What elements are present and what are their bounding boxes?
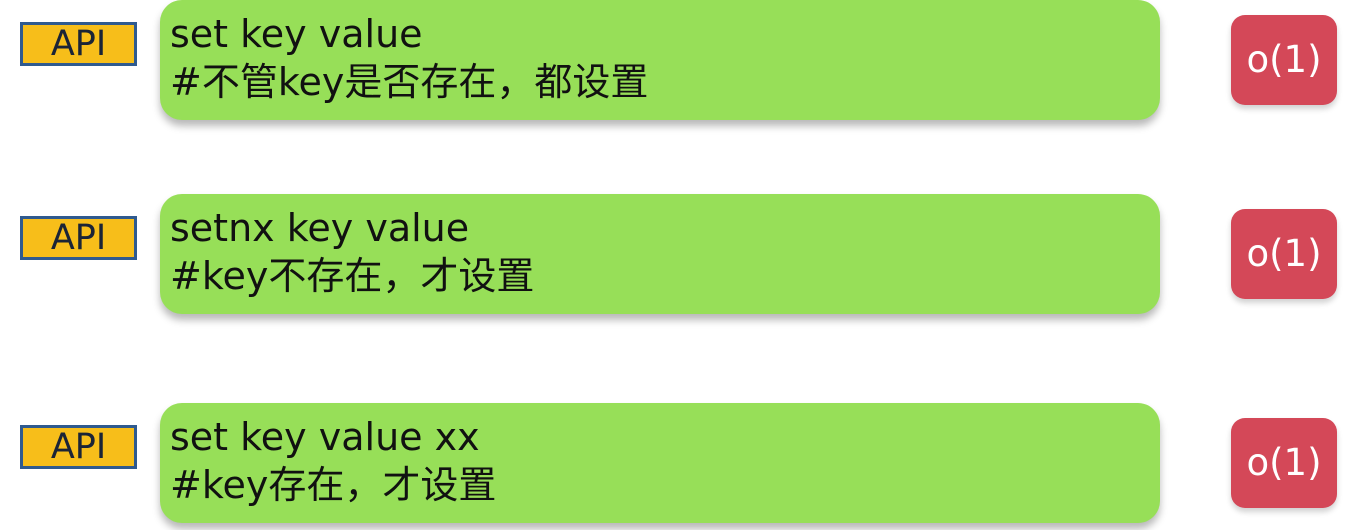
command-box: set key value #不管key是否存在，都设置	[160, 0, 1160, 120]
command-box: setnx key value #key不存在，才设置	[160, 194, 1160, 314]
command-row-set-xx: API set key value xx #key存在，才设置 o(1)	[0, 403, 1367, 529]
api-badge: API	[20, 425, 137, 469]
command-row-set: API set key value #不管key是否存在，都设置 o(1)	[0, 0, 1367, 126]
command-row-setnx: API setnx key value #key不存在，才设置 o(1)	[0, 194, 1367, 320]
complexity-badge: o(1)	[1231, 418, 1337, 508]
command-text: set key value xx	[170, 415, 480, 459]
api-badge: API	[20, 216, 137, 260]
api-badge: API	[20, 22, 137, 66]
command-box: set key value xx #key存在，才设置	[160, 403, 1160, 523]
command-comment: #key不存在，才设置	[170, 254, 535, 298]
complexity-badge: o(1)	[1231, 209, 1337, 299]
command-comment: #不管key是否存在，都设置	[170, 60, 649, 104]
api-slide: API set key value #不管key是否存在，都设置 o(1) AP…	[0, 0, 1367, 530]
command-comment: #key存在，才设置	[170, 463, 497, 507]
command-text: setnx key value	[170, 206, 470, 250]
command-text: set key value	[170, 12, 423, 56]
complexity-badge: o(1)	[1231, 15, 1337, 105]
